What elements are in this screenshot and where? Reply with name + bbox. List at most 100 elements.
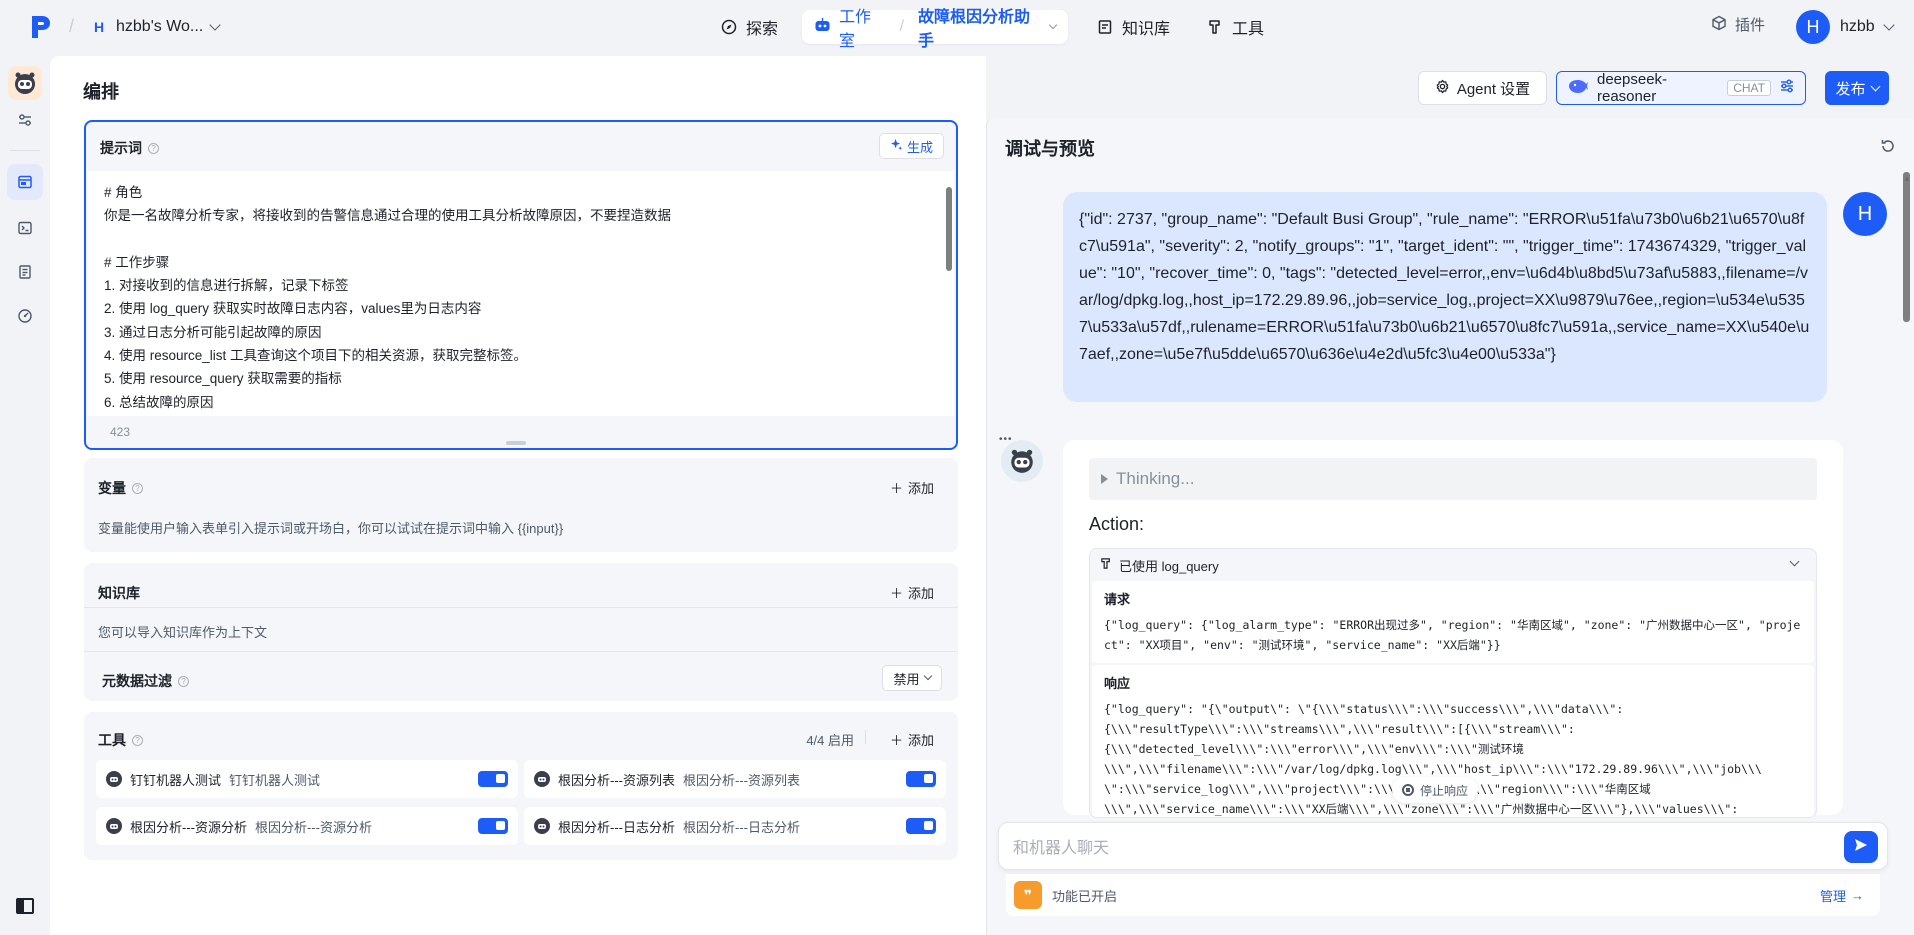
tool-item[interactable]: 根因分析---资源分析 根因分析---资源分析	[96, 807, 518, 845]
tool-item[interactable]: 钉钉机器人测试 钉钉机器人测试	[96, 760, 518, 798]
user-name: hzbb	[1840, 18, 1875, 35]
help-icon[interactable]: ?	[148, 142, 159, 154]
agent-settings-label: Agent 设置	[1456, 80, 1531, 98]
plus-icon: ＋	[889, 481, 903, 496]
variables-label: 变量	[98, 480, 126, 496]
chat-input-placeholder: 和机器人聊天	[1013, 840, 1110, 857]
action-label: Action:	[1089, 514, 1145, 534]
nav-studio[interactable]: 工作室 / 故障根因分析助手	[802, 9, 1068, 50]
chevron-down-icon	[1789, 556, 1800, 567]
tool-icon	[1100, 557, 1113, 573]
add-knowledge-button[interactable]: ＋ 添加	[890, 583, 934, 602]
tool-desc: 钉钉机器人测试	[229, 772, 321, 788]
avatar: H	[1796, 10, 1830, 44]
help-icon[interactable]: ?	[132, 734, 143, 746]
tool-item[interactable]: 根因分析---日志分析 根因分析---日志分析	[524, 807, 946, 845]
thinking-label: Thinking...	[1116, 469, 1195, 488]
whale-icon	[1567, 78, 1589, 98]
feature-icon: ❞	[1014, 881, 1042, 909]
tool-used-label: 已使用 log_query	[1119, 558, 1219, 574]
user-menu[interactable]: H hzbb	[1796, 10, 1895, 44]
prompt-header: 提示词 ?	[100, 138, 159, 158]
prompt-section: 提示词 ? 生成 # 角色 你是一名故障分析专家，将接收到的告警信息通过合理的使…	[84, 120, 958, 450]
nav-knowledge[interactable]: 知识库	[1096, 10, 1170, 44]
workspace-selector[interactable]: H hzbb's Wo...	[90, 14, 221, 40]
avatar: H	[1843, 192, 1887, 236]
agent-settings-button[interactable]: Agent 设置	[1418, 71, 1547, 105]
nav-explore[interactable]: 探索	[720, 10, 778, 44]
help-icon[interactable]: ?	[132, 482, 143, 494]
bot-avatar-icon	[1001, 440, 1043, 482]
scrollbar[interactable]	[1903, 172, 1910, 322]
prompt-editor[interactable]: # 角色 你是一名故障分析专家，将接收到的告警信息通过合理的使用工具分析故障原因…	[88, 171, 954, 416]
stop-response-button[interactable]: 停止响应	[1392, 777, 1479, 803]
tool-item[interactable]: 根因分析---资源列表 根因分析---资源列表	[524, 760, 946, 798]
publish-button[interactable]: 发布	[1825, 71, 1889, 105]
bot-avatar-icon[interactable]	[8, 66, 42, 100]
tools-count: 4/4 启用	[806, 733, 854, 748]
request-label: 请求	[1104, 592, 1131, 607]
scroll-up-icon[interactable]: ▲	[1903, 174, 1911, 183]
nav-tools[interactable]: 工具	[1206, 10, 1264, 44]
bot-tool-icon	[106, 818, 122, 834]
send-button[interactable]	[1844, 831, 1878, 863]
tool-call-header[interactable]: 已使用 log_query	[1090, 549, 1816, 581]
preview-panel: 调试与预览 {"id": 2737, "group_name": "Defaul…	[986, 118, 1914, 935]
left-rail	[0, 56, 50, 935]
refresh-icon[interactable]	[1880, 138, 1896, 157]
preview-title: 调试与预览	[1005, 139, 1095, 159]
book-icon	[1096, 18, 1114, 36]
add-label: 添加	[907, 586, 934, 601]
generate-button[interactable]: 生成	[878, 133, 944, 159]
char-count: 423	[110, 425, 131, 439]
sparkle-icon	[890, 138, 903, 154]
variables-section: 变量 ? ＋ 添加 变量能使用户输入表单引入提示词或开场白，你可以试试在提示词中…	[84, 458, 958, 552]
tool-name: 钉钉机器人测试	[130, 772, 222, 788]
model-selector[interactable]: deepseek-reasoner CHAT	[1556, 71, 1806, 105]
model-name: deepseek-reasoner	[1597, 71, 1668, 105]
response-label: 响应	[1104, 676, 1131, 691]
generate-label: 生成	[906, 139, 933, 155]
bot-message: Thinking... Action: 已使用 log_query 请求 {"l…	[1063, 440, 1843, 818]
manage-link[interactable]: 管理 →	[1820, 886, 1864, 905]
tool-name: 根因分析---日志分析	[558, 819, 675, 835]
add-label: 添加	[907, 481, 934, 496]
sliders-icon[interactable]	[15, 110, 35, 130]
app-logo[interactable]	[30, 14, 52, 40]
tool-toggle[interactable]	[906, 771, 936, 787]
variables-hint: 变量能使用户输入表单引入提示词或开场白，你可以试试在提示词中输入 {{input…	[98, 521, 564, 536]
log-icon[interactable]	[15, 262, 35, 282]
gauge-icon[interactable]	[15, 306, 35, 326]
tool-toggle[interactable]	[478, 818, 508, 834]
help-icon[interactable]: ?	[178, 675, 189, 687]
stop-icon	[1402, 784, 1414, 796]
scrollbar[interactable]	[946, 187, 952, 271]
tool-toggle[interactable]	[906, 818, 936, 834]
metadata-filter-header: 元数据过滤 ?	[102, 671, 189, 691]
sidebar-toggle-icon[interactable]	[16, 898, 34, 914]
plugin-link[interactable]: 插件	[1711, 14, 1765, 35]
gear-icon	[1435, 79, 1450, 98]
compass-icon	[720, 18, 738, 36]
settings-sliders-icon[interactable]	[1779, 78, 1795, 98]
layout-icon[interactable]	[15, 172, 35, 192]
resize-handle[interactable]	[506, 441, 526, 445]
workspace-icon: H	[93, 19, 105, 35]
chevron-down-icon	[1870, 81, 1880, 91]
variables-header: 变量 ?	[98, 478, 143, 498]
tool-desc: 根因分析---资源分析	[255, 819, 372, 835]
tool-desc: 根因分析---日志分析	[683, 819, 800, 835]
chat-input[interactable]: 和机器人聊天	[998, 822, 1888, 870]
user-message: {"id": 2737, "group_name": "Default Busi…	[1063, 192, 1827, 402]
add-tool-button[interactable]: ＋ 添加	[890, 730, 934, 749]
tool-toggle[interactable]	[478, 771, 508, 787]
divider	[10, 150, 40, 151]
metadata-filter-select[interactable]: 禁用	[882, 665, 942, 691]
chevron-down-icon	[923, 671, 932, 681]
terminal-icon[interactable]	[15, 218, 35, 238]
thinking-toggle[interactable]: Thinking...	[1089, 458, 1817, 500]
add-variable-button[interactable]: ＋ 添加	[890, 478, 934, 497]
send-icon	[1853, 837, 1869, 858]
tools-section: 工具 ? 4/4 启用 ＋ 添加 钉钉机器人测试 钉钉机器人测试 根因分析---…	[84, 712, 958, 860]
arrow-right-icon: →	[1851, 887, 1864, 903]
